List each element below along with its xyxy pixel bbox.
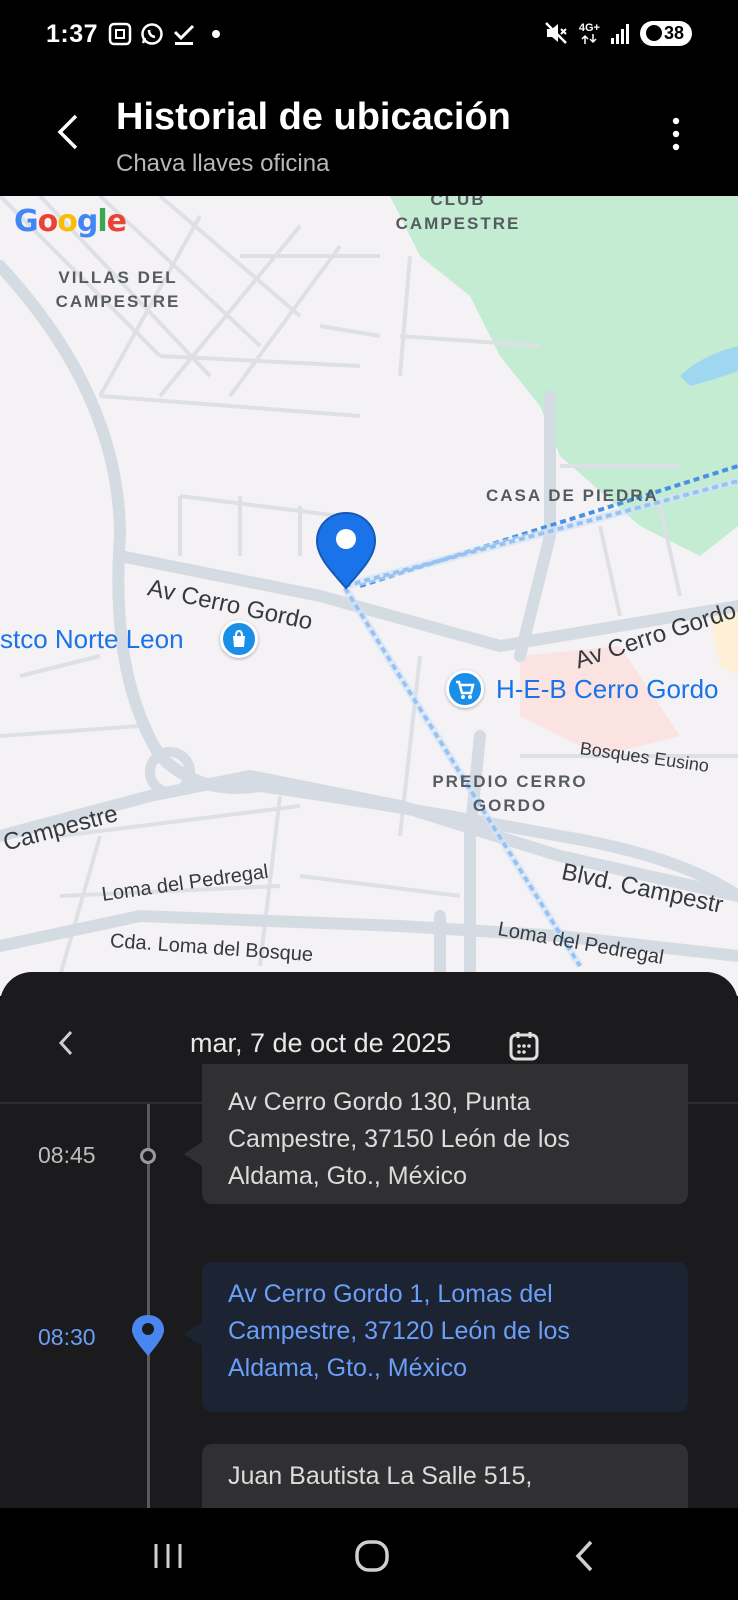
back-arrow-icon xyxy=(57,114,78,150)
history-entry-card[interactable]: Av Cerro Gordo 130, Punta Campestre, 371… xyxy=(202,1064,688,1204)
data-arrows-icon xyxy=(581,33,597,44)
area-label-casa: CASA DE PIEDRA xyxy=(486,486,659,505)
more-vert-icon xyxy=(672,117,680,151)
chevron-left-icon xyxy=(58,1030,73,1056)
timeline-dot-icon xyxy=(140,1148,156,1164)
google-logo: Google xyxy=(14,204,127,239)
notification-icons xyxy=(108,22,228,46)
previous-day-button[interactable] xyxy=(56,1028,76,1058)
poi-label-costco[interactable]: stco Norte Leon xyxy=(0,624,184,655)
whatsapp-icon xyxy=(140,22,164,46)
system-back-button[interactable] xyxy=(566,1536,606,1576)
screenshot-icon xyxy=(108,22,132,46)
signal-icon xyxy=(610,24,629,44)
system-nav-bar xyxy=(0,1508,738,1600)
battery-indicator: 38 xyxy=(639,20,692,46)
page-subtitle: Chava llaves oficina xyxy=(116,150,330,177)
home-button[interactable] xyxy=(352,1536,392,1576)
status-bar: 1:37 4G+ 38 xyxy=(0,0,738,72)
battery-saver-icon xyxy=(645,25,662,41)
recent-apps-button[interactable] xyxy=(148,1536,188,1576)
shopping-cart-icon[interactable] xyxy=(446,670,484,708)
card-pointer-active xyxy=(184,1322,202,1346)
network-indicator: 4G+ xyxy=(578,21,600,44)
battery-level: 38 xyxy=(663,22,684,43)
status-time: 1:37 xyxy=(46,20,99,48)
network-type: 4G+ xyxy=(578,21,600,34)
map-view[interactable]: Google VILLAS DEL CAMPESTRE CLUB CAMPEST… xyxy=(0,196,738,996)
selected-date[interactable]: mar, 7 de oct de 2025 xyxy=(190,1028,451,1059)
area-label-club: CLUB CAMPESTRE xyxy=(395,196,521,233)
history-entry-card[interactable]: Juan Bautista La Salle 515, xyxy=(202,1444,688,1508)
home-icon xyxy=(355,1540,389,1572)
location-pin-icon xyxy=(130,1314,166,1363)
timeline-line xyxy=(147,1104,150,1508)
poi-label-heb[interactable]: H-E-B Cerro Gordo xyxy=(496,674,719,705)
recents-icon xyxy=(154,1544,182,1568)
back-button[interactable] xyxy=(52,112,84,152)
checkmark-icon xyxy=(172,22,196,46)
status-right: 4G+ 38 xyxy=(543,20,692,46)
history-sheet: mar, 7 de oct de 2025 08:45 Av Cerro Gor… xyxy=(0,972,738,1508)
dot-icon xyxy=(204,22,228,46)
app-header: Historial de ubicación Chava llaves ofic… xyxy=(0,72,738,196)
area-label-predio: PREDIO CERRO GORDO xyxy=(432,772,588,815)
back-icon xyxy=(575,1540,593,1572)
entry-time-active: 08:30 xyxy=(38,1324,96,1350)
entry-time: 08:45 xyxy=(38,1142,96,1168)
area-label-villas: VILLAS DEL CAMPESTRE xyxy=(55,268,181,311)
calendar-icon[interactable] xyxy=(508,1030,540,1062)
history-entry-card-active[interactable]: Av Cerro Gordo 1, Lomas del Campestre, 3… xyxy=(202,1262,688,1412)
mute-icon xyxy=(544,22,567,44)
page-title: Historial de ubicación xyxy=(116,96,511,138)
card-pointer xyxy=(184,1142,202,1166)
shopping-bag-icon[interactable] xyxy=(220,620,258,658)
more-options-button[interactable] xyxy=(666,116,686,152)
